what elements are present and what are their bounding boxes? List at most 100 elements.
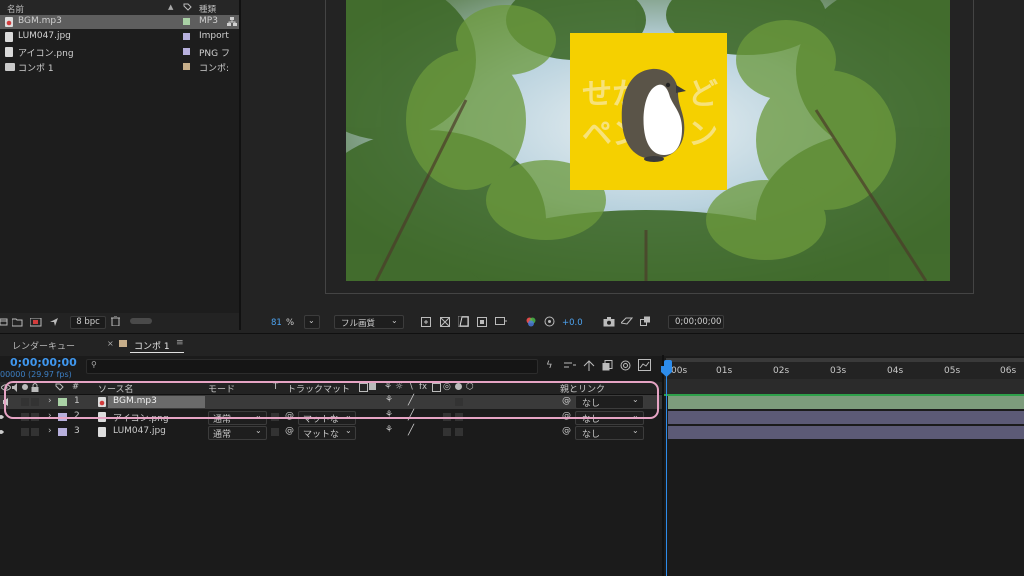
- frame-rate: 00000 (29.97 fps): [0, 370, 72, 379]
- project-item-name: LUM047.jpg: [18, 31, 71, 41]
- expand-chevron-icon[interactable]: ›: [48, 426, 52, 436]
- timeline-graph-icon[interactable]: [638, 359, 651, 374]
- label-swatch[interactable]: [183, 48, 190, 55]
- sort-arrow-icon[interactable]: ▲: [168, 3, 173, 11]
- current-time-indicator[interactable]: [666, 376, 667, 576]
- matte-pickwhip-icon[interactable]: @: [285, 426, 294, 436]
- project-item[interactable]: コンポ 1 コンポ:: [0, 60, 239, 74]
- pickwhip-icon[interactable]: @: [562, 426, 571, 436]
- project-item[interactable]: BGM.mp3 MP3: [0, 15, 239, 29]
- label-swatch[interactable]: [58, 428, 67, 436]
- close-icon[interactable]: ×: [107, 339, 114, 348]
- layer-duration-bar[interactable]: [668, 426, 1024, 439]
- tab-render-queue[interactable]: レンダーキュー: [12, 339, 75, 352]
- project-item-type: コンポ:: [199, 64, 230, 74]
- shy-switch-icon[interactable]: ⚘: [385, 425, 393, 435]
- shy-layers-icon[interactable]: [564, 361, 576, 373]
- playhead-handle[interactable]: [661, 366, 673, 378]
- project-item-name: BGM.mp3: [18, 16, 62, 26]
- ruler-label: 06s: [1000, 366, 1017, 376]
- blend-mode-value: 通常: [213, 430, 232, 440]
- track-matte-value: マットな: [303, 430, 340, 440]
- reset-exposure-icon[interactable]: [544, 316, 555, 330]
- thumbnail-size-slider[interactable]: [130, 318, 152, 324]
- adjustment-switch[interactable]: [455, 428, 463, 436]
- transparency-grid-icon[interactable]: [439, 316, 451, 330]
- chevron-down-icon: ⌄: [632, 426, 639, 435]
- trash-icon[interactable]: [111, 315, 120, 329]
- layer-duration-bar[interactable]: [668, 411, 1024, 424]
- project-item-name: アイコン.png: [18, 49, 74, 59]
- column-type-header[interactable]: 種類: [199, 3, 216, 15]
- active-tab-underline: [130, 352, 184, 353]
- label-swatch[interactable]: [183, 18, 190, 25]
- eye-icon[interactable]: [0, 428, 4, 439]
- preserve-transparency-switch[interactable]: [271, 428, 279, 436]
- project-item-type: Import: [199, 31, 229, 41]
- channel-icon[interactable]: [495, 317, 507, 330]
- zoom-value[interactable]: 81: [271, 318, 282, 328]
- new-folder-icon[interactable]: [11, 318, 23, 330]
- color-channels-icon[interactable]: [526, 317, 536, 330]
- track-matte-dropdown[interactable]: マットな ⌄: [298, 426, 356, 440]
- layer-name[interactable]: LUM047.jpg: [113, 426, 166, 436]
- layer-row[interactable]: › 3 LUM047.jpg 通常 ⌄ @ マットな ⌄ ⚘ ╱ @ なし ⌄: [0, 425, 662, 440]
- layer-number: 3: [74, 426, 80, 436]
- exposure-value[interactable]: +0.0: [562, 318, 583, 328]
- image-file-icon: [5, 47, 13, 57]
- new-composition-icon[interactable]: [29, 317, 42, 330]
- frame-blending-icon[interactable]: [583, 360, 595, 374]
- chevron-down-icon: ⌄: [345, 426, 352, 435]
- graph-editor-icon[interactable]: [620, 360, 631, 374]
- parent-dropdown[interactable]: なし ⌄: [575, 426, 644, 440]
- ruler-label: 01s: [716, 366, 733, 376]
- show-snapshot-icon[interactable]: [619, 316, 634, 330]
- snapshot-camera-icon[interactable]: [603, 317, 615, 330]
- current-time[interactable]: 0;00;00;00: [10, 356, 77, 369]
- label-swatch[interactable]: [183, 33, 190, 40]
- solo-switch[interactable]: [21, 428, 29, 436]
- interpret-footage-icon[interactable]: [0, 318, 8, 329]
- chevron-down-icon: ⌄: [255, 426, 262, 435]
- ruler-label: 03s: [830, 366, 847, 376]
- chevron-down-icon: ⌄: [391, 316, 398, 325]
- icon-layer-logo[interactable]: せか ど ペン ン: [570, 33, 727, 190]
- label-swatch[interactable]: [183, 63, 190, 70]
- mask-visibility-icon[interactable]: [457, 315, 470, 330]
- ruler-label: 05s: [944, 366, 961, 376]
- send-icon[interactable]: [49, 317, 59, 330]
- comp-navigator-bar[interactable]: [664, 379, 1024, 394]
- audio-file-icon: [5, 17, 13, 27]
- bit-depth-button[interactable]: 8 bpc: [70, 316, 106, 329]
- lock-switch[interactable]: [31, 428, 39, 436]
- resolution-label: フル画質: [341, 319, 376, 329]
- layer-duration-bar[interactable]: [668, 396, 1024, 409]
- project-item[interactable]: LUM047.jpg Import: [0, 30, 239, 44]
- output-icon[interactable]: [640, 316, 651, 330]
- project-item[interactable]: アイコン.png PNG フ: [0, 45, 239, 59]
- label-tag-icon[interactable]: [183, 3, 192, 11]
- audio-waveform-line: [664, 394, 1024, 396]
- timecode-field[interactable]: 0;00;00;00: [668, 315, 724, 329]
- layer-search-input[interactable]: ⚲: [86, 359, 538, 374]
- motion-blur-switch[interactable]: [443, 428, 451, 436]
- motion-blur-icon[interactable]: [602, 360, 613, 374]
- penguin-illustration: [621, 68, 686, 162]
- column-name-header[interactable]: 名前: [7, 3, 24, 15]
- blend-mode-dropdown[interactable]: 通常 ⌄: [208, 426, 267, 440]
- draft-3d-icon[interactable]: ϟ: [546, 360, 553, 371]
- tab-menu-icon[interactable]: ≡: [176, 338, 184, 348]
- search-icon: ⚲: [91, 360, 97, 369]
- tab-comp[interactable]: コンポ 1: [134, 339, 170, 352]
- region-of-interest-icon[interactable]: [421, 317, 431, 330]
- viewer-timecode: 0;00;00;00: [675, 317, 722, 327]
- guides-icon[interactable]: [477, 317, 487, 330]
- zoom-dropdown[interactable]: ⌄: [304, 315, 320, 329]
- eye-icon[interactable]: [0, 413, 4, 424]
- flowchart-icon[interactable]: [227, 17, 237, 30]
- zoom-unit: %: [286, 318, 295, 328]
- chevron-down-icon: ⌄: [308, 316, 315, 325]
- quality-switch-icon[interactable]: ╱: [408, 425, 414, 436]
- resolution-dropdown[interactable]: フル画質 ⌄: [334, 315, 404, 329]
- ruler-label: 04s: [887, 366, 904, 376]
